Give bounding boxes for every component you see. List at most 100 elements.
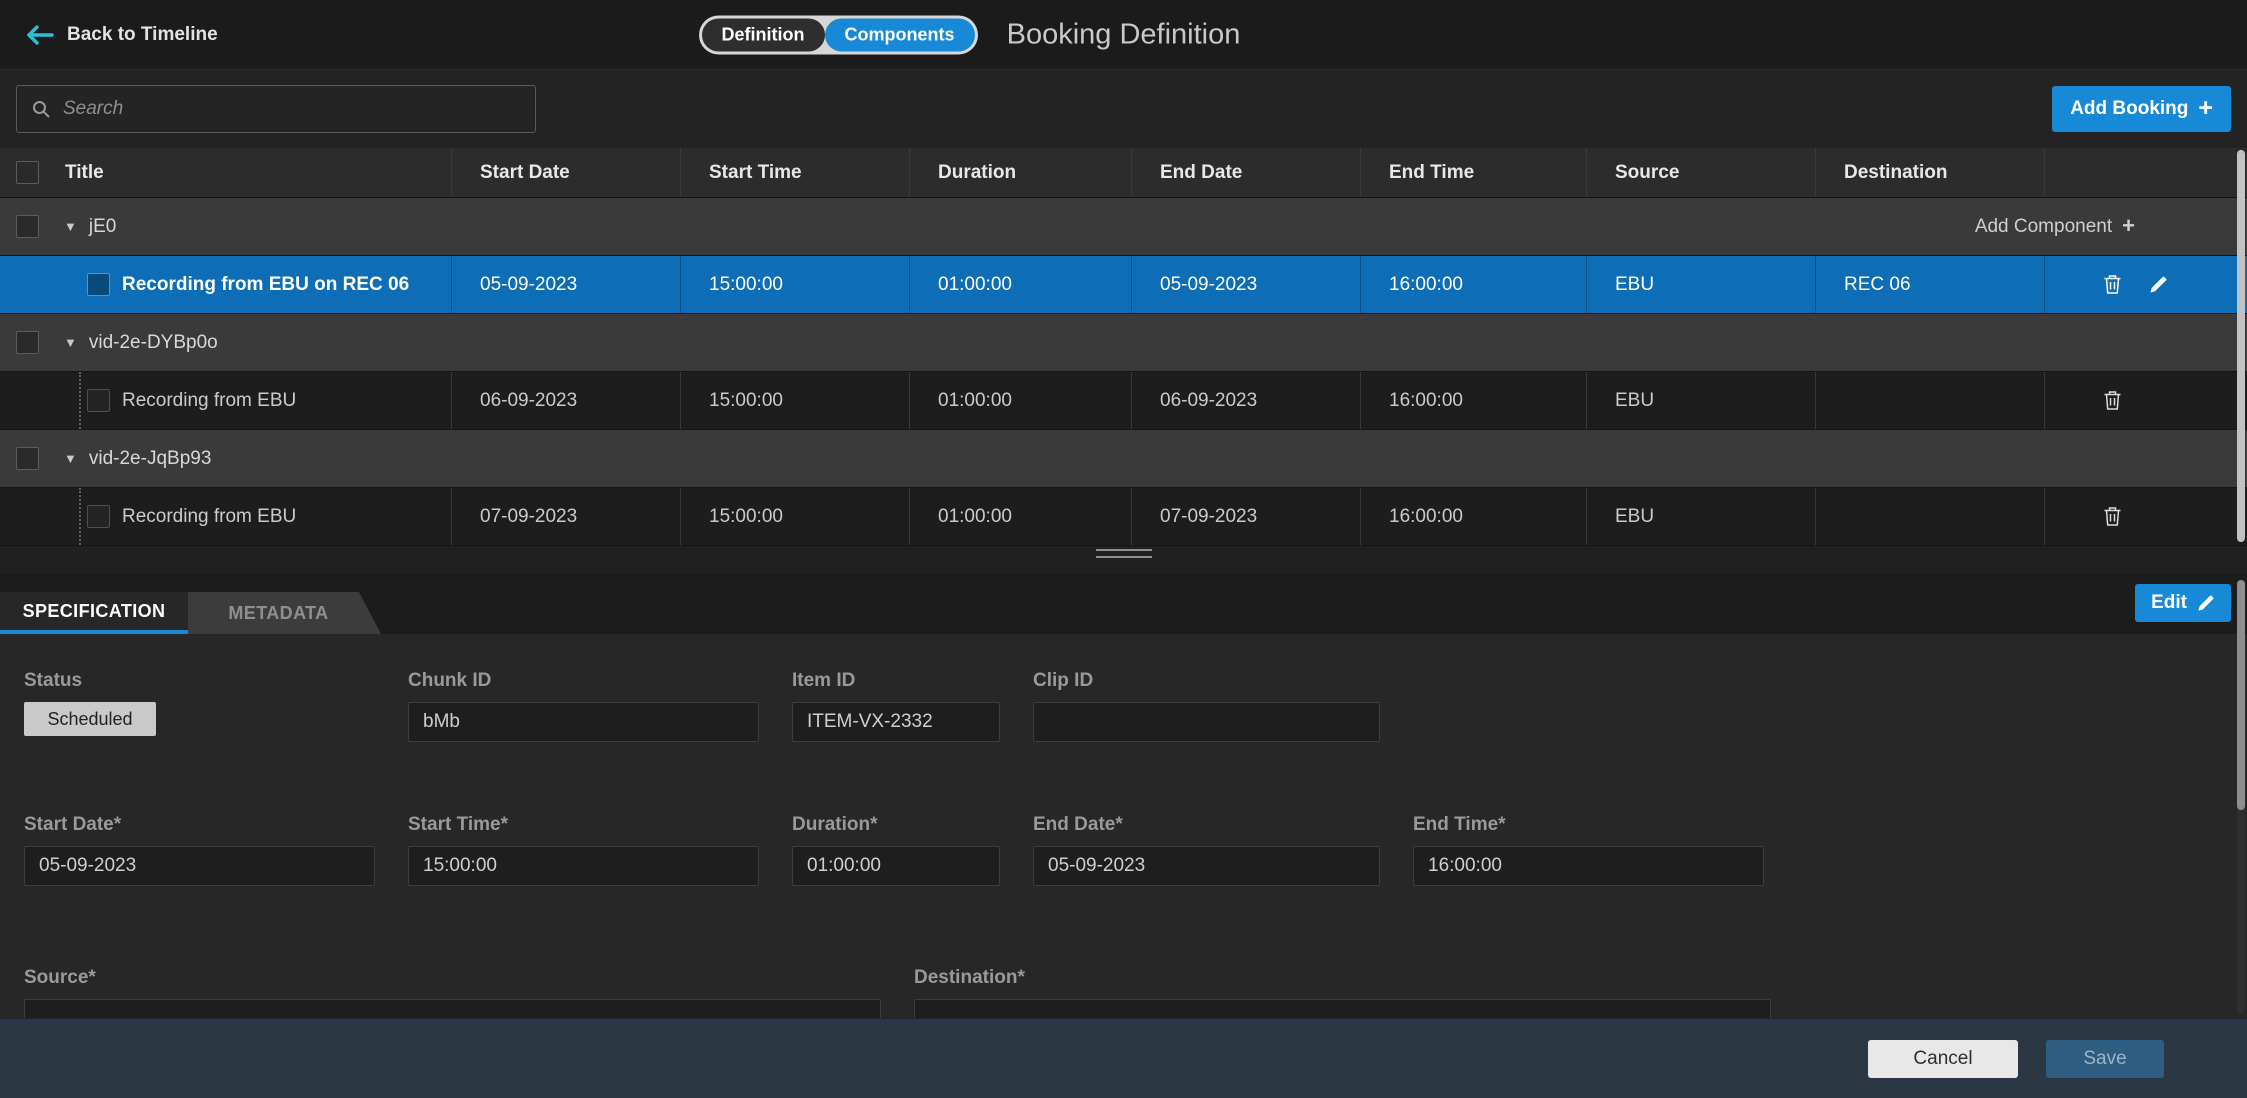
end-time-input[interactable] <box>1413 846 1764 886</box>
row-checkbox[interactable] <box>87 273 110 296</box>
caret-down-icon[interactable]: ▼ <box>64 451 77 466</box>
booking-title-cell: Recording from EBU <box>57 488 451 545</box>
toggle-components[interactable]: Components <box>825 18 975 51</box>
group-row-dybp0o[interactable]: ▼ vid-2e-DYBp0o <box>0 314 2247 372</box>
edit-row-button[interactable] <box>2149 275 2168 294</box>
group-row-je0[interactable]: ▼ jE0 Add Component + <box>0 198 2247 256</box>
booking-row[interactable]: Recording from EBU 07-09-2023 15:00:00 0… <box>0 488 2247 546</box>
start-time-label: Start Time* <box>408 814 759 836</box>
save-button[interactable]: Save <box>2046 1040 2164 1078</box>
select-all-checkbox[interactable] <box>16 161 39 184</box>
col-end-date[interactable]: End Date <box>1131 148 1360 197</box>
booking-app: Back to Timeline Definition Components B… <box>0 0 2247 1098</box>
destination-value: REC 06 <box>1815 256 2044 313</box>
detail-tabs-bar: SPECIFICATION METADATA Edit <box>0 574 2247 634</box>
delete-row-button[interactable] <box>2103 506 2122 527</box>
row-check-spacer <box>0 372 57 429</box>
tab-metadata[interactable]: METADATA <box>188 592 381 634</box>
group-name: vid-2e-JqBp93 <box>89 448 212 470</box>
row-checkbox[interactable] <box>87 389 110 412</box>
view-toggle: Definition Components <box>699 15 978 54</box>
end-time-value: 16:00:00 <box>1360 372 1586 429</box>
source-input[interactable] <box>24 999 881 1018</box>
start-time-input[interactable] <box>408 846 759 886</box>
panel-scrollbar[interactable] <box>2237 580 2245 1014</box>
pencil-icon <box>2149 275 2168 294</box>
tab-specification[interactable]: SPECIFICATION <box>0 592 188 634</box>
booking-title: Recording from EBU <box>122 506 296 528</box>
search-box <box>16 85 536 133</box>
row-check-spacer <box>0 488 57 545</box>
form-row-routing: Source* Destination* <box>24 967 2247 1018</box>
tree-guide <box>79 372 81 429</box>
booking-row-selected[interactable]: Recording from EBU on REC 06 05-09-2023 … <box>0 256 2247 314</box>
caret-down-icon[interactable]: ▼ <box>64 219 77 234</box>
col-start-date[interactable]: Start Date <box>451 148 680 197</box>
duration-input[interactable] <box>792 846 1000 886</box>
caret-down-icon[interactable]: ▼ <box>64 335 77 350</box>
item-id-input[interactable] <box>792 702 1000 742</box>
row-actions <box>2044 256 2247 313</box>
booking-title: Recording from EBU <box>122 390 296 412</box>
duration-label: Duration* <box>792 814 1000 836</box>
table-scrollbar[interactable] <box>2237 150 2245 542</box>
search-icon <box>31 99 51 119</box>
row-check-spacer <box>0 256 57 313</box>
delete-row-button[interactable] <box>2103 274 2122 295</box>
header-check-cell <box>0 148 57 197</box>
scrollbar-thumb[interactable] <box>2237 580 2245 810</box>
col-end-time[interactable]: End Time <box>1360 148 1586 197</box>
top-bar: Back to Timeline Definition Components B… <box>0 0 2247 69</box>
chunk-id-input[interactable] <box>408 702 759 742</box>
scrollbar-thumb[interactable] <box>2237 150 2245 542</box>
table-header: Title Start Date Start Time Duration End… <box>0 148 2247 198</box>
cancel-button[interactable]: Cancel <box>1868 1040 2018 1078</box>
group-checkbox[interactable] <box>16 447 39 470</box>
start-time-value: 15:00:00 <box>680 488 909 545</box>
group-checkbox[interactable] <box>16 215 39 238</box>
col-source[interactable]: Source <box>1586 148 1815 197</box>
edit-label: Edit <box>2151 592 2187 614</box>
col-duration[interactable]: Duration <box>909 148 1131 197</box>
start-date-input[interactable] <box>24 846 375 886</box>
field-start-date: Start Date* <box>24 814 375 886</box>
group-checkbox[interactable] <box>16 331 39 354</box>
toggle-definition[interactable]: Definition <box>702 18 825 51</box>
col-destination[interactable]: Destination <box>1815 148 2044 197</box>
end-date-input[interactable] <box>1033 846 1380 886</box>
delete-row-button[interactable] <box>2103 390 2122 411</box>
trash-icon <box>2103 390 2122 411</box>
field-destination: Destination* <box>914 967 1771 1018</box>
field-end-time: End Time* <box>1413 814 1764 886</box>
col-title[interactable]: Title <box>57 148 451 197</box>
field-chunk-id: Chunk ID <box>408 670 759 742</box>
row-actions <box>2044 488 2247 545</box>
start-date-label: Start Date* <box>24 814 375 836</box>
back-label: Back to Timeline <box>67 24 218 46</box>
clip-id-input[interactable] <box>1033 702 1380 742</box>
row-checkbox[interactable] <box>87 505 110 528</box>
toolbar: Add Booking + <box>0 69 2247 148</box>
back-to-timeline-button[interactable]: Back to Timeline <box>26 24 218 46</box>
col-start-time[interactable]: Start Time <box>680 148 909 197</box>
panel-resize-strip <box>0 546 2247 574</box>
search-input[interactable] <box>63 98 521 120</box>
bookings-table: Title Start Date Start Time Duration End… <box>0 148 2247 546</box>
start-date-value: 05-09-2023 <box>451 256 680 313</box>
start-time-value: 15:00:00 <box>680 256 909 313</box>
add-booking-label: Add Booking <box>2070 98 2188 120</box>
booking-row[interactable]: Recording from EBU 06-09-2023 15:00:00 0… <box>0 372 2247 430</box>
col-actions <box>2044 148 2247 197</box>
page-title: Booking Definition <box>1007 18 1241 51</box>
add-component-button[interactable]: Add Component + <box>1975 216 2135 238</box>
field-clip-id: Clip ID <box>1033 670 1380 742</box>
destination-input[interactable] <box>914 999 1771 1018</box>
add-booking-button[interactable]: Add Booking + <box>2052 86 2231 132</box>
plus-icon: + <box>2122 215 2135 237</box>
edit-button[interactable]: Edit <box>2135 584 2231 622</box>
destination-value <box>1815 372 2044 429</box>
group-row-jqbp93[interactable]: ▼ vid-2e-JqBp93 <box>0 430 2247 488</box>
source-value: EBU <box>1586 488 1815 545</box>
status-badge: Scheduled <box>24 702 156 736</box>
resize-handle[interactable] <box>1096 549 1152 558</box>
